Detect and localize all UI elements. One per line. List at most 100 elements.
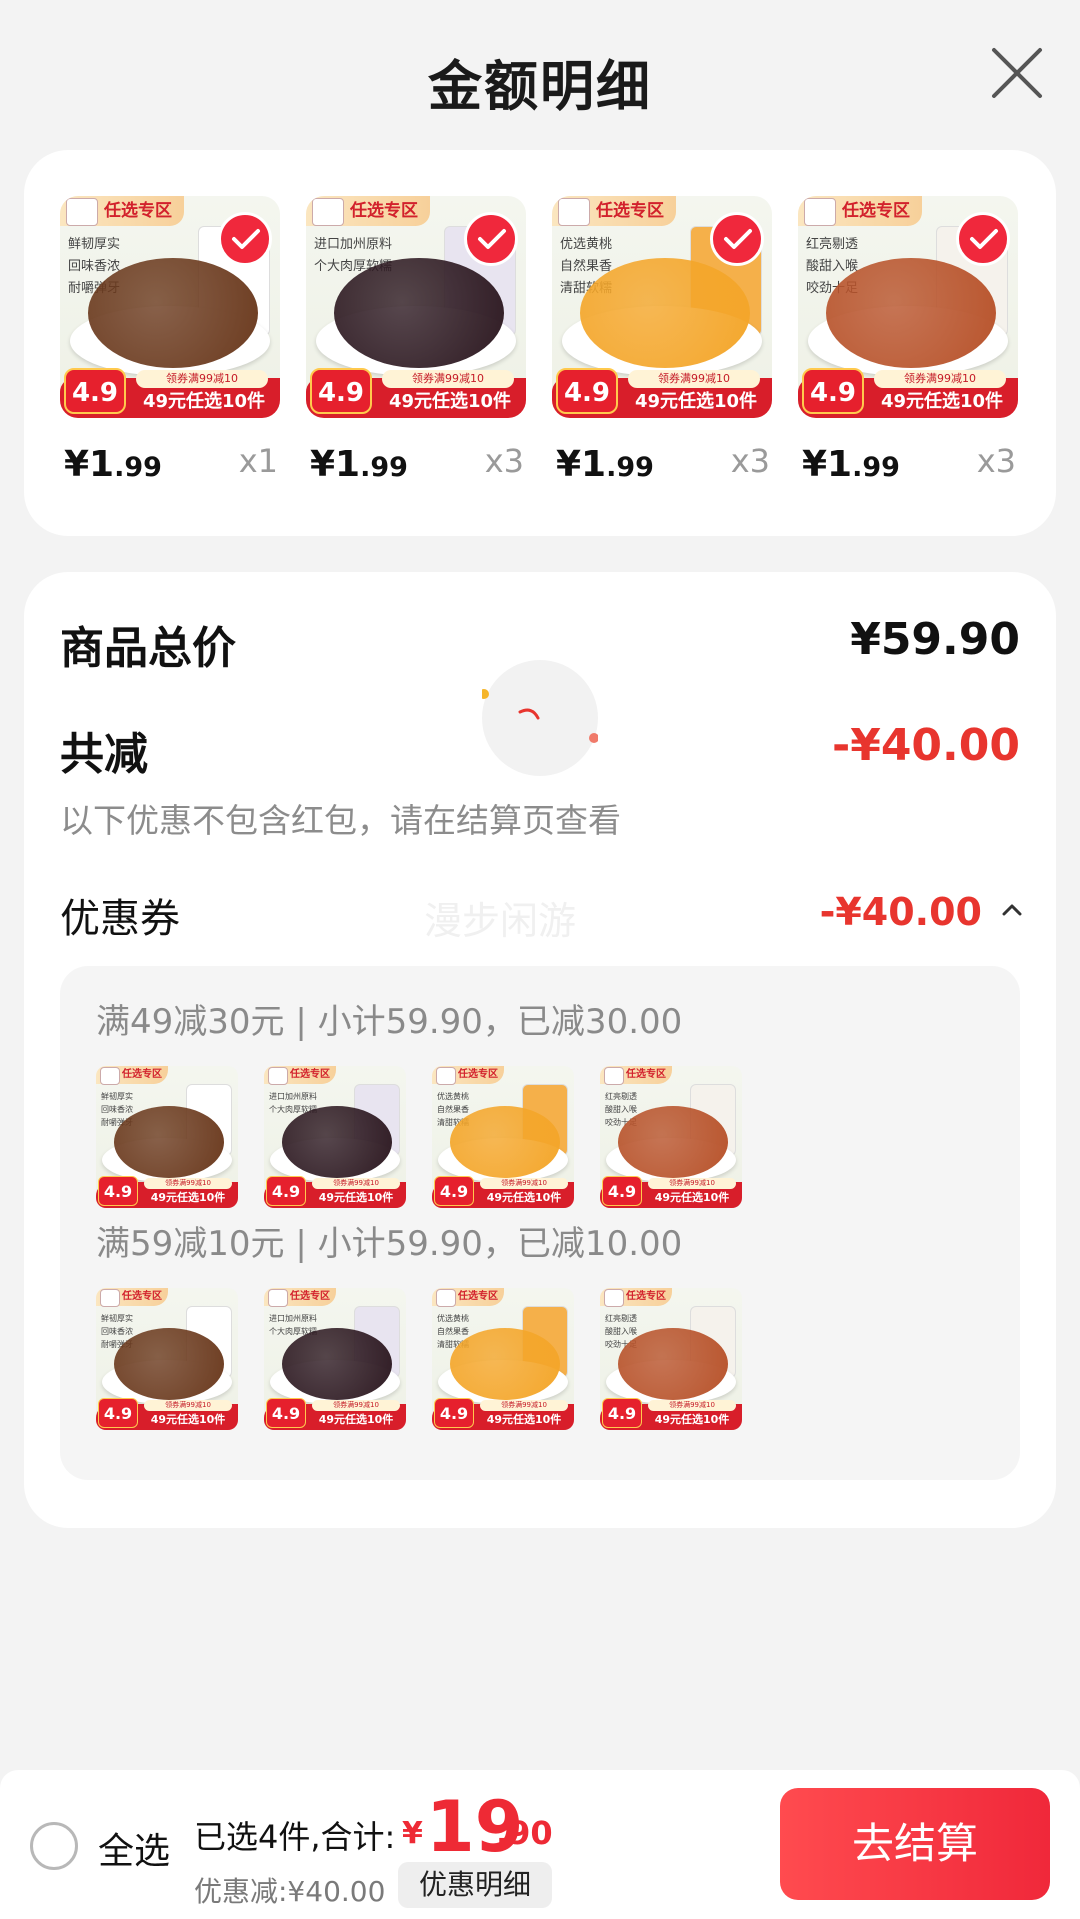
- product-thumbnail[interactable]: 任选专区 红亮剔透 酸甜入喉 咬劲十足 领券满99减10 49元任选10件 4.9: [600, 1288, 742, 1430]
- coupon-value: -¥40.00: [819, 890, 982, 934]
- zone-tag: 任选专区: [600, 1066, 672, 1085]
- selected-check-icon[interactable]: [464, 212, 518, 266]
- watermark-text: 漫步闲游: [424, 899, 577, 943]
- food-image: [114, 1106, 224, 1178]
- coupon-promo-text: 领券满99减10: [144, 1178, 232, 1189]
- total-currency: ¥: [402, 1816, 423, 1851]
- zone-tag: 任选专区: [798, 196, 922, 226]
- price-integer: ¥1: [556, 444, 607, 485]
- bundle-promo-text: 49元任选10件: [654, 1191, 730, 1204]
- price-integer: ¥1: [310, 444, 361, 485]
- feature-text: 鲜韧厚实: [68, 237, 121, 252]
- coupon-group-products: 任选专区 鲜韧厚实 回味香浓 耐嚼弹牙 领券满99减10 49元任选10件 4.9 任选专区进…: [96, 1066, 742, 1208]
- product-thumbnail[interactable]: 任选专区 鲜韧厚实 回味香浓 耐嚼弹牙 领券满99减10 49元任选10件 4.9: [96, 1066, 238, 1208]
- product-thumbnail[interactable]: 任选专区 鲜韧厚实 回味香浓 耐嚼弹牙 领券满99减10 49元任选10件 4.9: [96, 1288, 238, 1430]
- discount-note: 以下优惠不包含红包，请在结算页查看: [60, 801, 621, 840]
- feature-text: 回味香浓: [101, 1105, 133, 1114]
- product-image[interactable]: 任选专区 红亮剔透 酸甜入喉 咬劲十足 领券满99减10 49元任选10件 4.9: [798, 196, 1018, 418]
- product-item[interactable]: 任选专区 进口加州原料 个大肉厚软糯 领券满99减10 49元任选10件 4.9 ¥1.99…: [306, 196, 526, 485]
- coupon-toggle[interactable]: -¥40.00: [804, 886, 1024, 936]
- product-thumbnail[interactable]: 任选专区 进口加州原料 个大肉厚软糯 领券满99减10 49元任选10件 4.9: [264, 1066, 406, 1208]
- zone-tag: 任选专区: [60, 196, 184, 226]
- coupon-promo-text: 领券满99减10: [312, 1400, 400, 1411]
- price-badge: 4.9: [434, 1398, 474, 1428]
- product-image[interactable]: 任选专区 优选黄桃 自然果香 清甜软糯 领券满99减10 49元任选10件 4.9: [552, 196, 772, 418]
- feature-text: 鲜韧厚实: [101, 1092, 133, 1101]
- coupon-promo-text: 领券满99减10: [874, 370, 1006, 388]
- product-quantity: x3: [976, 442, 1016, 480]
- selected-check-icon[interactable]: [710, 212, 764, 266]
- total-price-label: 商品总价: [60, 623, 236, 674]
- selected-check-icon[interactable]: [218, 212, 272, 266]
- product-item[interactable]: 任选专区 优选黄桃 自然果香 清甜软糯 领券满99减10 49元任选10件 4.9 ¥1.99…: [552, 196, 772, 485]
- checkout-button[interactable]: 去结算: [780, 1788, 1050, 1900]
- checkout-bar: 全选 已选4件,合计: ¥ 19 .90 优惠减:¥40.00 优惠明细 去结算: [0, 1770, 1080, 1919]
- coupon-promo-text: 领券满99减10: [648, 1400, 736, 1411]
- bundle-promo-text: 49元任选10件: [318, 1191, 394, 1204]
- food-image: [282, 1106, 392, 1178]
- feature-text: 进口加州原料: [269, 1314, 317, 1323]
- zone-tag: 任选专区: [432, 1288, 504, 1307]
- coupon-promo-text: 领券满99减10: [136, 370, 268, 388]
- select-all-label[interactable]: 全选: [98, 1822, 170, 1874]
- price-integer: ¥1: [64, 444, 115, 485]
- bundle-promo-text: 49元任选10件: [634, 391, 758, 412]
- selected-summary-text: 已选4件,合计:: [194, 1818, 396, 1856]
- bundle-promo-text: 49元任选10件: [388, 391, 512, 412]
- bundle-promo-text: 49元任选10件: [880, 391, 1004, 412]
- close-icon: [992, 48, 1042, 98]
- food-image: [114, 1328, 224, 1400]
- feature-text: 自然果香: [437, 1105, 469, 1114]
- product-quantity: x3: [484, 442, 524, 480]
- feature-text: 酸甜入喉: [605, 1105, 637, 1114]
- product-price: ¥1.99: [802, 444, 900, 485]
- close-button[interactable]: [988, 44, 1046, 102]
- food-image: [450, 1106, 560, 1178]
- loading-spinner: [479, 660, 599, 776]
- price-summary-card: 商品总价 ¥59.90 共减 -¥40.00 以下优惠不包含红包，请在结算页查看…: [24, 572, 1056, 1528]
- feature-text: 进口加州原料: [314, 237, 393, 252]
- product-list: 任选专区 鲜韧厚实 回味香浓 耐嚼弹牙 领券满99减10 49元任选10件 4.9 ¥1.99…: [60, 196, 1018, 485]
- sheet-title: 金额明细: [428, 55, 652, 118]
- discount-value: -¥40.00: [831, 720, 1020, 771]
- bundle-promo-text: 49元任选10件: [486, 1191, 562, 1204]
- food-image: [88, 258, 258, 368]
- coupon-promo-text: 领券满99减10: [480, 1178, 568, 1189]
- product-image[interactable]: 任选专区 鲜韧厚实 回味香浓 耐嚼弹牙 领券满99减10 49元任选10件 4.9: [60, 196, 280, 418]
- product-thumbnail[interactable]: 任选专区 优选黄桃 自然果香 清甜软糯 领券满99减10 49元任选10件 4.9: [432, 1288, 574, 1430]
- coupon-promo-text: 领券满99减10: [312, 1178, 400, 1189]
- feature-text: 优选黄桃: [437, 1314, 469, 1323]
- food-image: [826, 258, 996, 368]
- selected-check-icon[interactable]: [956, 212, 1010, 266]
- price-badge: 4.9: [64, 368, 126, 414]
- product-thumbnail[interactable]: 任选专区 红亮剔透 酸甜入喉 咬劲十足 领券满99减10 49元任选10件 4.9: [600, 1066, 742, 1208]
- product-quantity: x1: [238, 442, 278, 480]
- discount-detail-button[interactable]: 优惠明细: [398, 1862, 552, 1908]
- price-decimal: .99: [360, 452, 408, 483]
- product-price: ¥1.99: [310, 444, 408, 485]
- sheet-header: 金额明细: [0, 0, 1080, 150]
- product-thumbnail[interactable]: 任选专区 进口加州原料 个大肉厚软糯 领券满99减10 49元任选10件 4.9: [264, 1288, 406, 1430]
- spinner-icon: [479, 689, 599, 743]
- zone-tag: 任选专区: [264, 1288, 336, 1307]
- product-item[interactable]: 任选专区 红亮剔透 酸甜入喉 咬劲十足 领券满99减10 49元任选10件 4.9 ¥1.99…: [798, 196, 1018, 485]
- zone-tag: 任选专区: [306, 196, 430, 226]
- total-decimal: .90: [496, 1814, 553, 1852]
- price-badge: 4.9: [98, 1176, 138, 1206]
- coupon-group-title: 满59减10元 | 小计59.90，已减10.00: [96, 1224, 683, 1264]
- product-item[interactable]: 任选专区 鲜韧厚实 回味香浓 耐嚼弹牙 领券满99减10 49元任选10件 4.9 ¥1.99…: [60, 196, 280, 485]
- select-all-radio[interactable]: [30, 1822, 78, 1870]
- coupon-promo-text: 领券满99减10: [382, 370, 514, 388]
- feature-text: 自然果香: [437, 1327, 469, 1336]
- product-thumbnail[interactable]: 任选专区 优选黄桃 自然果香 清甜软糯 领券满99减10 49元任选10件 4.9: [432, 1066, 574, 1208]
- product-price: ¥1.99: [556, 444, 654, 485]
- food-image: [450, 1328, 560, 1400]
- price-badge: 4.9: [98, 1398, 138, 1428]
- food-image: [282, 1328, 392, 1400]
- price-badge: 4.9: [802, 368, 864, 414]
- price-badge: 4.9: [310, 368, 372, 414]
- product-image[interactable]: 任选专区 进口加州原料 个大肉厚软糯 领券满99减10 49元任选10件 4.9: [306, 196, 526, 418]
- feature-text: 优选黄桃: [437, 1092, 469, 1101]
- amount-detail-sheet: 金额明细 任选专区 鲜韧厚实 回味香浓 耐嚼弹牙 领券满99减10 49元任选10件 4.9…: [0, 0, 1080, 1919]
- price-badge: 4.9: [556, 368, 618, 414]
